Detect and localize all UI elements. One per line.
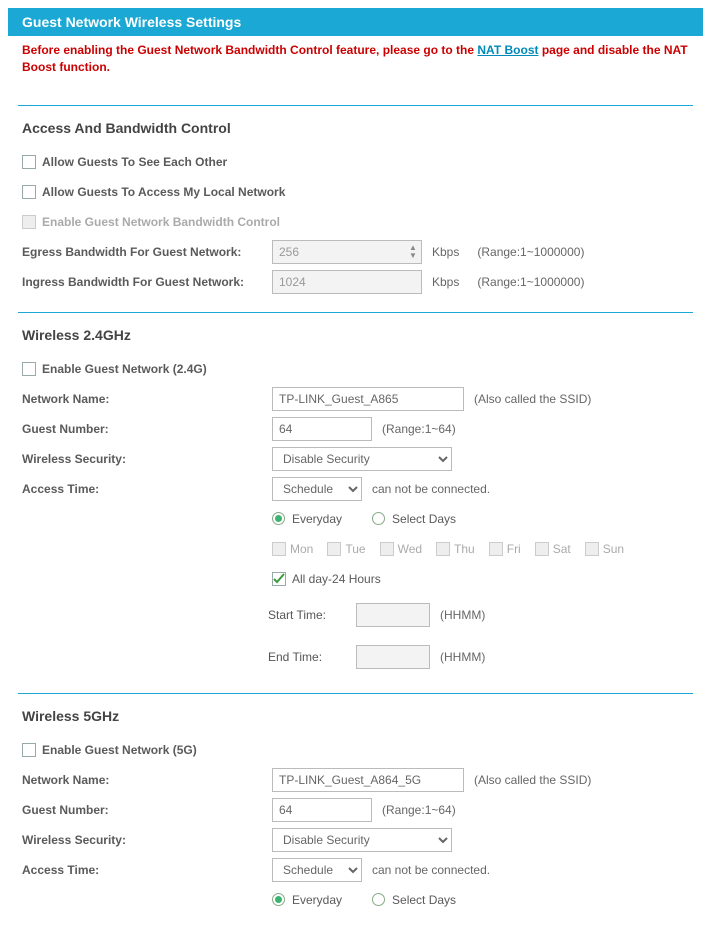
ssid-hint-24: (Also called the SSID) [474,392,591,406]
hhmm-hint: (HHMM) [440,608,485,622]
network-name-label-24: Network Name: [22,392,272,406]
guest-number-label-5: Guest Number: [22,803,272,817]
ingress-unit: Kbps [432,275,459,289]
radio-label: Everyday [292,893,342,907]
nat-boost-link[interactable]: NAT Boost [477,43,538,57]
security-select-24[interactable]: Disable Security [272,447,452,471]
guest-number-range-5: (Range:1~64) [382,803,456,817]
cb-enable-5[interactable]: Enable Guest Network (5G) [22,743,197,757]
radio-everyday-5[interactable]: Everyday [272,893,342,907]
section-title-access: Access And Bandwidth Control [22,120,689,136]
cb-day-tue[interactable]: Tue [327,542,365,556]
bandwidth-warning: Before enabling the Guest Network Bandwi… [22,42,689,77]
start-time-label-24: Start Time: [268,608,346,622]
security-label-5: Wireless Security: [22,833,272,847]
checkbox-icon [22,362,36,376]
checkbox-icon [22,743,36,757]
cb-label: Enable Guest Network Bandwidth Control [42,215,292,229]
ingress-label: Ingress Bandwidth For Guest Network: [22,275,272,289]
guest-number-label-24: Guest Number: [22,422,272,436]
radio-selectdays-24[interactable]: Select Days [372,512,456,526]
checkbox-icon [585,542,599,556]
access-time-hint-24: can not be connected. [372,482,490,496]
radio-everyday-24[interactable]: Everyday [272,512,342,526]
checkbox-icon [535,542,549,556]
radio-icon [272,893,285,906]
cb-label: Enable Guest Network (5G) [42,743,197,757]
ingress-input[interactable] [272,270,422,294]
network-name-input-24[interactable] [272,387,464,411]
checkbox-icon [22,185,36,199]
section-title-5: Wireless 5GHz [22,708,689,724]
end-time-input-24[interactable] [356,645,430,669]
cb-label: Allow Guests To See Each Other [42,155,292,169]
radio-selectdays-5[interactable]: Select Days [372,893,456,907]
section-divider [18,105,693,106]
access-time-label-5: Access Time: [22,863,272,877]
checkbox-icon [22,215,36,229]
end-time-label-24: End Time: [268,650,346,664]
radio-label: Select Days [392,512,456,526]
cb-enable-24[interactable]: Enable Guest Network (2.4G) [22,362,207,376]
warning-prefix: Before enabling the Guest Network Bandwi… [22,43,477,57]
cb-day-mon[interactable]: Mon [272,542,313,556]
cb-day-wed[interactable]: Wed [380,542,422,556]
ingress-range: (Range:1~1000000) [477,275,584,289]
radio-icon [272,512,285,525]
hhmm-hint: (HHMM) [440,650,485,664]
section-wireless-5: Wireless 5GHz Enable Guest Network (5G) … [22,708,689,912]
access-time-hint-5: can not be connected. [372,863,490,877]
security-select-5[interactable]: Disable Security [272,828,452,852]
section-access-bandwidth: Access And Bandwidth Control Allow Guest… [22,120,689,294]
cb-allow-access-local[interactable]: Allow Guests To Access My Local Network [22,185,292,199]
network-name-input-5[interactable] [272,768,464,792]
checkbox-icon [22,155,36,169]
days-row-24: Mon Tue Wed Thu Fri Sat Sun [272,542,624,556]
section-divider [18,693,693,694]
checkbox-icon [272,572,286,586]
egress-input[interactable] [272,240,422,264]
cb-day-sat[interactable]: Sat [535,542,571,556]
network-name-label-5: Network Name: [22,773,272,787]
section-title-24: Wireless 2.4GHz [22,327,689,343]
access-time-select-24[interactable]: Schedule [272,477,362,501]
cb-label: Enable Guest Network (2.4G) [42,362,207,376]
radio-label: Everyday [292,512,342,526]
cb-label: Allow Guests To Access My Local Network [42,185,292,199]
checkbox-icon [327,542,341,556]
radio-label: Select Days [392,893,456,907]
section-divider [18,312,693,313]
checkbox-icon [380,542,394,556]
checkbox-icon [436,542,450,556]
access-time-label-24: Access Time: [22,482,272,496]
guest-number-range-24: (Range:1~64) [382,422,456,436]
cb-label: All day-24 Hours [292,572,381,586]
page-title: Guest Network Wireless Settings [8,8,703,36]
spinner-icon[interactable]: ▲▼ [406,242,420,262]
radio-icon [372,893,385,906]
egress-label: Egress Bandwidth For Guest Network: [22,245,272,259]
cb-day-sun[interactable]: Sun [585,542,624,556]
radio-icon [372,512,385,525]
cb-all-day-24[interactable]: All day-24 Hours [272,572,381,586]
guest-number-input-24[interactable] [272,417,372,441]
ssid-hint-5: (Also called the SSID) [474,773,591,787]
guest-number-input-5[interactable] [272,798,372,822]
checkbox-icon [489,542,503,556]
egress-range: (Range:1~1000000) [477,245,584,259]
cb-day-fri[interactable]: Fri [489,542,521,556]
access-time-select-5[interactable]: Schedule [272,858,362,882]
start-time-input-24[interactable] [356,603,430,627]
cb-day-thu[interactable]: Thu [436,542,475,556]
checkbox-icon [272,542,286,556]
egress-unit: Kbps [432,245,459,259]
section-wireless-24: Wireless 2.4GHz Enable Guest Network (2.… [22,327,689,675]
security-label-24: Wireless Security: [22,452,272,466]
cb-allow-see-each-other[interactable]: Allow Guests To See Each Other [22,155,292,169]
cb-enable-bw-control: Enable Guest Network Bandwidth Control [22,215,292,229]
